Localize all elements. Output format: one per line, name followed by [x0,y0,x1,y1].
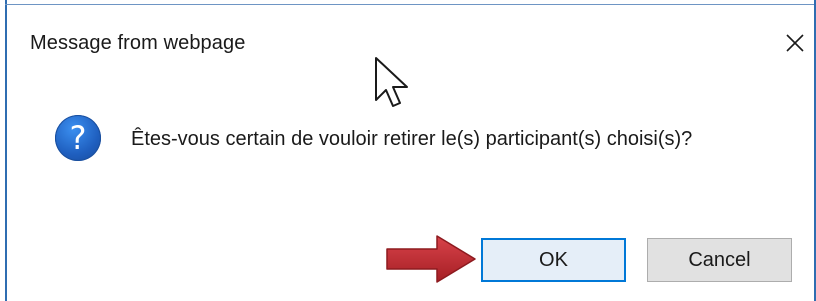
dialog-message: Êtes-vous certain de vouloir retirer le(… [131,128,693,150]
ok-button[interactable]: OK [481,238,626,282]
question-icon: ? [55,115,101,161]
ok-button-label: OK [539,248,568,271]
cancel-button-label: Cancel [688,248,751,271]
dialog-title: Message from webpage [30,32,246,54]
close-icon [786,34,804,52]
message-dialog: Message from webpage ? Êtes-vous certain… [0,0,816,301]
red-arrow-annotation [386,235,476,283]
close-button[interactable] [778,26,812,60]
cancel-button[interactable]: Cancel [647,238,792,282]
dialog-frame-left [5,0,7,301]
mouse-cursor-icon [375,57,408,107]
dialog-frame-top [5,4,816,5]
